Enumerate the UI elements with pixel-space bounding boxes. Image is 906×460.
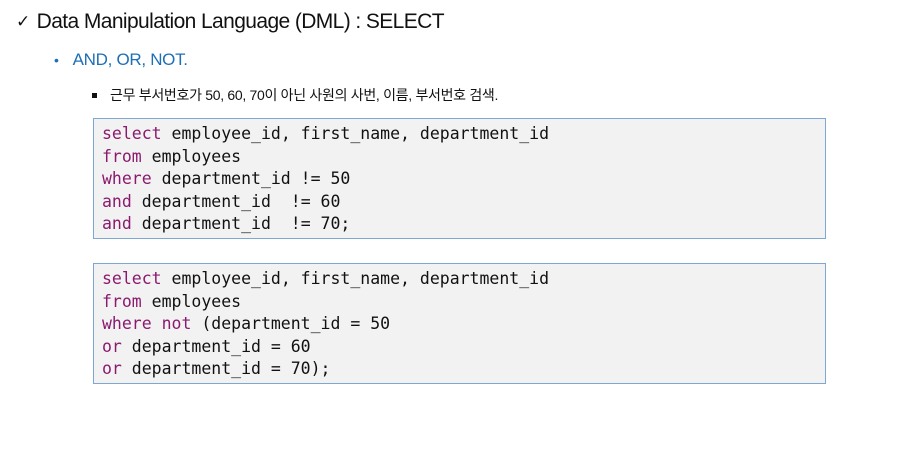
sql-text: employees [141,146,242,166]
code-block-query1: select employee_id, first_name, departme… [93,118,826,239]
description-text: 근무 부서번호가 50, 60, 70이 아닌 사원의 사번, 이름, 부서번호… [110,87,499,103]
code-line: where not (department_id = 50 [102,313,825,336]
code-line: or department_id = 70); [102,358,825,381]
sql-keyword: from [102,291,142,311]
slide-heading: ✓ Data Manipulation Language (DML) : SEL… [16,10,445,34]
sql-text: employees [141,291,242,311]
code-line: from employees [102,291,825,314]
sql-text: department_id != 70; [131,214,351,233]
code-line: and department_id != 60 [102,191,825,214]
sql-keyword: and [102,214,132,233]
code-line: select employee_id, first_name, departme… [102,268,825,291]
sql-text: (department_id = 50 [191,314,391,333]
sql-keyword: and [102,191,132,211]
sql-keyword: where [102,169,152,188]
code-line: select employee_id, first_name, departme… [102,123,825,146]
sql-text: department_id = 70); [121,359,331,378]
description: 근무 부서번호가 50, 60, 70이 아닌 사원의 사번, 이름, 부서번호… [92,85,498,105]
code-line: or department_id = 60 [102,336,825,359]
sql-text: department_id != 60 [131,191,341,211]
checkmark-icon: ✓ [16,12,30,32]
code-line: and department_id != 70; [102,213,825,236]
sql-keyword: or [102,359,122,378]
sql-keyword: from [102,146,142,166]
sql-text: department_id = 60 [121,336,311,356]
code-line: from employees [102,146,825,169]
square-bullet-icon [92,92,97,98]
sql-text: employee_id, first_name, department_id [161,269,550,288]
code-block-query2: select employee_id, first_name, departme… [93,263,826,384]
slide-title: Data Manipulation Language (DML) : SELEC… [36,10,445,33]
sql-keyword: where not [102,314,192,333]
sql-text: employee_id, first_name, department_id [161,124,550,143]
sql-keyword: select [102,269,162,288]
subheading-text: AND, OR, NOT. [72,50,188,69]
code-line: where department_id != 50 [102,168,825,191]
subheading: • AND, OR, NOT. [54,50,188,70]
bullet-icon: • [54,52,59,68]
sql-text: department_id != 50 [151,169,351,188]
sql-keyword: select [102,124,162,143]
sql-keyword: or [102,336,122,356]
